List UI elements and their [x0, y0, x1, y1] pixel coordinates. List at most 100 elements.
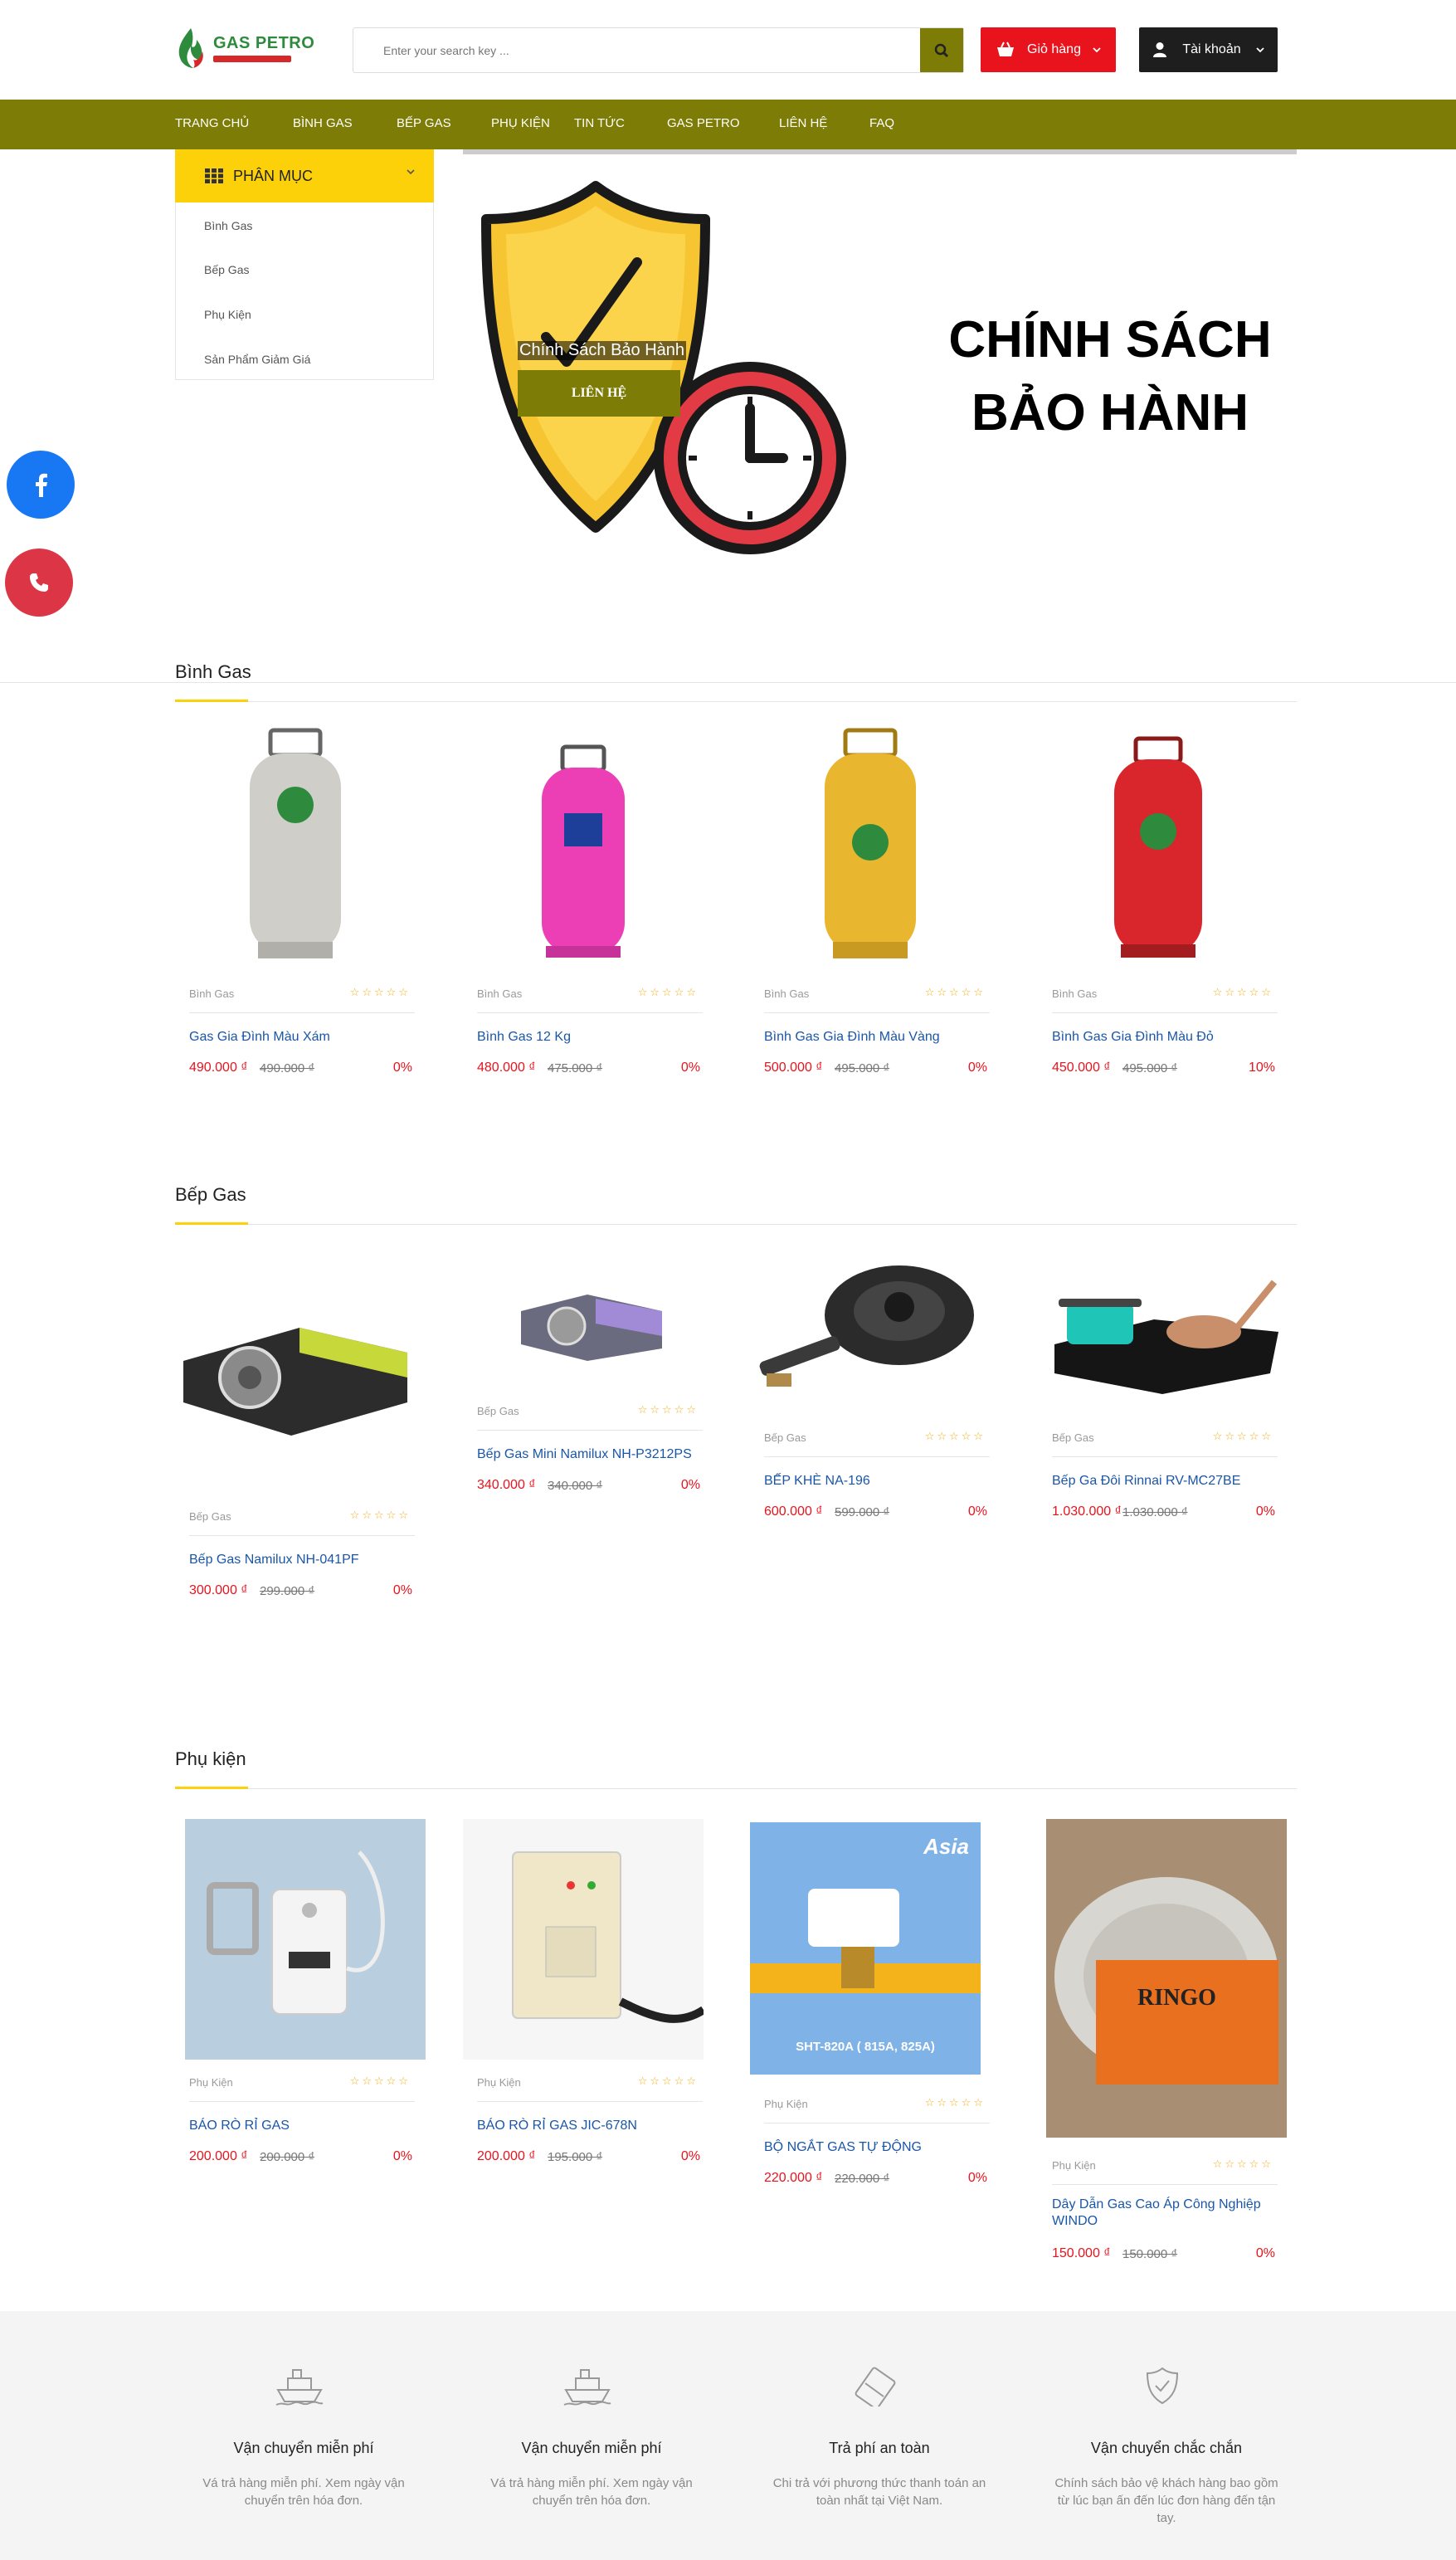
product-discount: 0%: [1255, 1504, 1275, 1519]
product-price: 200.000 ₫: [477, 2149, 536, 2163]
product-price: 150.000 ₫: [1052, 2246, 1111, 2260]
feature-desc: Chính sách bảo vệ khách hàng bao gồm từ …: [1054, 2476, 1278, 2525]
search-button[interactable]: [920, 28, 963, 72]
product-name[interactable]: Dây Dẫn Gas Cao Áp Công Nghiệp WINDO: [1052, 2197, 1276, 2230]
section-title-binh-gas[interactable]: Bình Gas: [175, 661, 251, 683]
product-old-price: 1.030.000 ₫: [1122, 1505, 1188, 1519]
product-name[interactable]: Bình Gas 12 Kg: [477, 1029, 701, 1046]
section-accent: [175, 700, 248, 702]
product-name[interactable]: BÁO RÒ RỈ GAS: [189, 2118, 413, 2134]
hose-coil-illustration: [1054, 1877, 1278, 2085]
product-category: Bếp Gas: [189, 1510, 231, 1523]
shutoff-model-text: SHT-820A ( 815A, 825A): [796, 2040, 935, 2054]
cart-label: Giỏ hàng: [1027, 42, 1081, 56]
gas-detector-image: [463, 1819, 704, 2060]
rating-stars: ☆☆☆☆☆: [1212, 1430, 1273, 1442]
product-category: Phụ Kiện: [189, 2076, 233, 2089]
nav-item-phu-kien[interactable]: PHỤ KIỆN: [491, 116, 550, 130]
product-category: Phụ Kiện: [477, 2076, 521, 2089]
product-discount: 0%: [392, 2149, 412, 2163]
chevron-down-icon: [1255, 47, 1264, 53]
banner-contact-button[interactable]: LIÊN HỆ: [518, 370, 680, 417]
category-item-bep-gas[interactable]: Bếp Gas: [204, 263, 249, 276]
section-accent: [175, 1222, 248, 1225]
section-title-phu-kien[interactable]: Phụ kiện: [175, 1748, 246, 1770]
gas-hose-image: RINGO: [1046, 1819, 1287, 2138]
banner-headline-line1: CHÍNH SÁCH: [948, 311, 1272, 368]
nav-item-binh-gas[interactable]: BÌNH GAS: [293, 116, 353, 130]
nav-item-tin-tuc[interactable]: TIN TỨC: [574, 116, 625, 130]
rating-stars: ☆☆☆☆☆: [637, 1403, 699, 1416]
product-old-price: 599.000 ₫: [835, 1505, 890, 1519]
basket-icon: [997, 41, 1015, 56]
nav-item-faq[interactable]: FAQ: [869, 116, 894, 130]
product-category: Bình Gas: [189, 987, 235, 1000]
rating-stars: ☆☆☆☆☆: [637, 986, 699, 998]
product-discount: 10%: [1248, 1061, 1275, 1075]
banner-headline-line2: BẢO HÀNH: [971, 384, 1249, 441]
category-item-binh-gas[interactable]: Bình Gas: [204, 219, 252, 232]
rating-stars: ☆☆☆☆☆: [637, 2075, 699, 2087]
product-name[interactable]: Bình Gas Gia Đình Màu Vàng: [764, 1029, 988, 1046]
section-title-bep-gas[interactable]: Bếp Gas: [175, 1184, 246, 1206]
section-underline: [248, 1788, 1297, 1789]
category-menu-header[interactable]: PHÂN MỤC: [175, 149, 434, 202]
gas-shutoff-image: Asia SHT-820A ( 815A, 825A): [750, 1822, 981, 2075]
grid-icon: [205, 168, 223, 183]
search-bar: [353, 27, 964, 73]
call-float-button[interactable]: [5, 549, 73, 617]
nav-item-bep-gas[interactable]: BẾP GAS: [397, 116, 451, 130]
product-old-price: 495.000 ₫: [1122, 1061, 1178, 1075]
header: GAS PETRO Giỏ hàng Tài khoản: [0, 0, 1456, 100]
product-name[interactable]: BẾP KHÈ NA-196: [764, 1473, 988, 1490]
rating-stars: ☆☆☆☆☆: [1212, 2158, 1273, 2170]
product-category: Bếp Gas: [764, 1431, 806, 1444]
product-name[interactable]: BÁO RÒ RỈ GAS JIC-678N: [477, 2118, 701, 2134]
product-old-price: 495.000 ₫: [835, 1061, 890, 1075]
product-name[interactable]: Bếp Gas Mini Namilux NH-P3212PS: [477, 1446, 701, 1463]
product-name[interactable]: BỘ NGẮT GAS TỰ ĐỘNG: [764, 2139, 988, 2156]
logo-text: GAS PETRO: [213, 34, 315, 52]
ship-icon: [563, 2369, 611, 2406]
product-name[interactable]: Gas Gia Đình Màu Xám: [189, 1029, 413, 1046]
site-logo[interactable]: GAS PETRO: [175, 27, 314, 70]
gas-cylinder-image: [542, 744, 625, 958]
product-name[interactable]: Bình Gas Gia Đình Màu Đỏ: [1052, 1029, 1276, 1046]
product-name[interactable]: Bếp Ga Đôi Rinnai RV-MC27BE: [1052, 1473, 1276, 1490]
rating-stars: ☆☆☆☆☆: [924, 2096, 986, 2109]
category-item-giam-gia[interactable]: Sản Phẩm Giảm Giá: [204, 353, 310, 366]
nav-item-gas-petro[interactable]: GAS PETRO: [667, 116, 740, 130]
product-price: 490.000 ₫: [189, 1061, 248, 1075]
search-input[interactable]: [353, 28, 920, 72]
flame-logo-icon: [178, 28, 203, 68]
cart-button[interactable]: Giỏ hàng: [981, 27, 1116, 72]
logo-strip: [213, 56, 291, 62]
product-old-price: 220.000 ₫: [835, 2172, 890, 2186]
gas-detector-image: [185, 1819, 426, 2060]
product-old-price: 475.000 ₫: [548, 1061, 603, 1075]
card-icon: [855, 2367, 896, 2406]
user-icon: [1153, 42, 1167, 57]
feature-title: Vận chuyển miễn phí: [521, 2440, 662, 2456]
banner-caption: Chính Sách Bảo Hành: [518, 341, 687, 360]
gas-cylinder-image: [250, 728, 341, 958]
category-item-phu-kien[interactable]: Phụ Kiện: [204, 308, 251, 321]
stove-image: [521, 1295, 662, 1361]
product-old-price: 340.000 ₫: [548, 1479, 603, 1493]
product-discount: 0%: [680, 2149, 700, 2163]
product-price: 340.000 ₫: [477, 1478, 536, 1492]
facebook-icon: [36, 473, 47, 497]
product-discount: 0%: [392, 1061, 412, 1075]
account-button[interactable]: Tài khoản: [1139, 27, 1278, 72]
nav-item-home[interactable]: TRANG CHỦ: [175, 116, 249, 130]
facebook-float-button[interactable]: [7, 451, 75, 519]
product-name[interactable]: Bếp Gas Namilux NH-041PF: [189, 1552, 413, 1568]
product-price: 1.030.000 ₫: [1052, 1504, 1122, 1519]
product-category: Phụ Kiện: [764, 2098, 808, 2110]
feature-title: Vận chuyển chắc chắn: [1090, 2440, 1243, 2456]
section-underline: [248, 701, 1297, 702]
account-label: Tài khoản: [1182, 42, 1241, 56]
card-divider: [477, 1012, 703, 1013]
nav-item-lien-he[interactable]: LIÊN HỆ: [779, 116, 827, 130]
card-divider: [764, 1012, 990, 1013]
